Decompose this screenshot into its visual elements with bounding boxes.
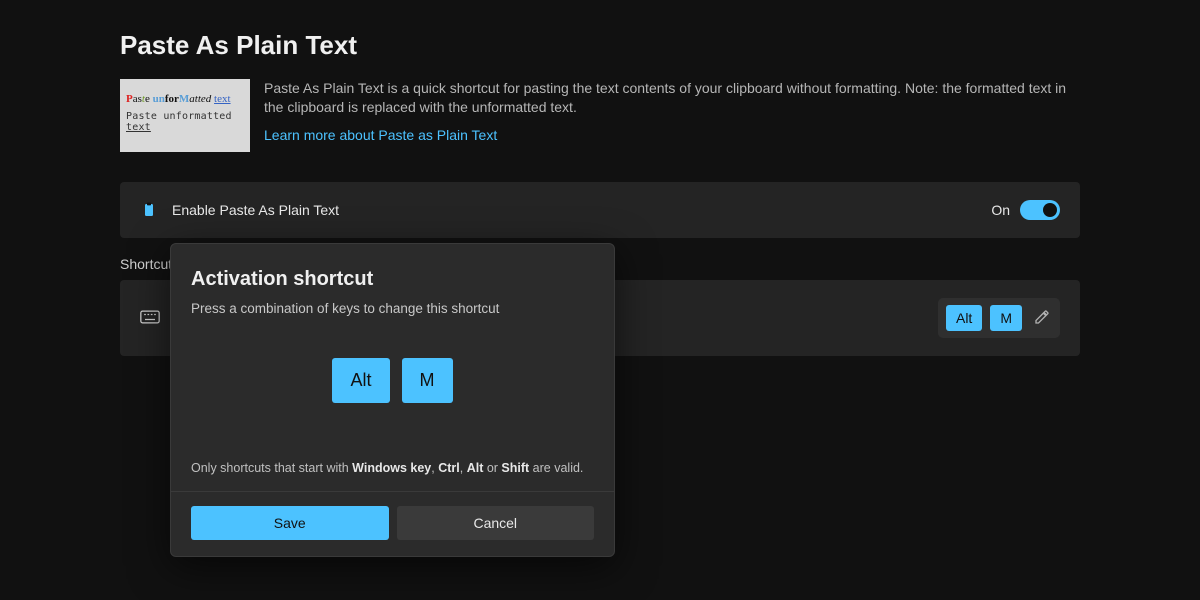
enable-label: Enable Paste As Plain Text [172,202,991,218]
keyboard-icon [140,310,160,326]
paste-icon [140,201,158,219]
dialog-subtitle: Press a combination of keys to change th… [191,301,594,316]
cancel-button[interactable]: Cancel [397,506,595,540]
feature-thumbnail: Paste unforMatted text Paste unformatted… [120,79,250,152]
feature-description: Paste As Plain Text is a quick shortcut … [264,79,1080,117]
shortcut-key: Alt [946,305,982,331]
toggle-state-label: On [991,202,1010,218]
dialog-key: Alt [332,358,389,403]
learn-more-link[interactable]: Learn more about Paste as Plain Text [264,127,497,143]
shortcut-key: M [990,305,1022,331]
intro-row: Paste unforMatted text Paste unformatted… [120,79,1080,152]
dialog-title: Activation shortcut [191,268,594,291]
enable-toggle[interactable] [1020,200,1060,220]
activation-shortcut-dialog: Activation shortcut Press a combination … [170,243,615,557]
enable-card: Enable Paste As Plain Text On [120,182,1080,238]
save-button[interactable]: Save [191,506,389,540]
dialog-shortcut-input[interactable]: Alt M [191,358,594,403]
shortcut-keys: Alt M [938,298,1060,338]
dialog-note: Only shortcuts that start with Windows k… [191,461,594,491]
edit-icon[interactable] [1034,309,1052,327]
dialog-key: M [402,358,453,403]
page-title: Paste As Plain Text [120,30,1080,61]
